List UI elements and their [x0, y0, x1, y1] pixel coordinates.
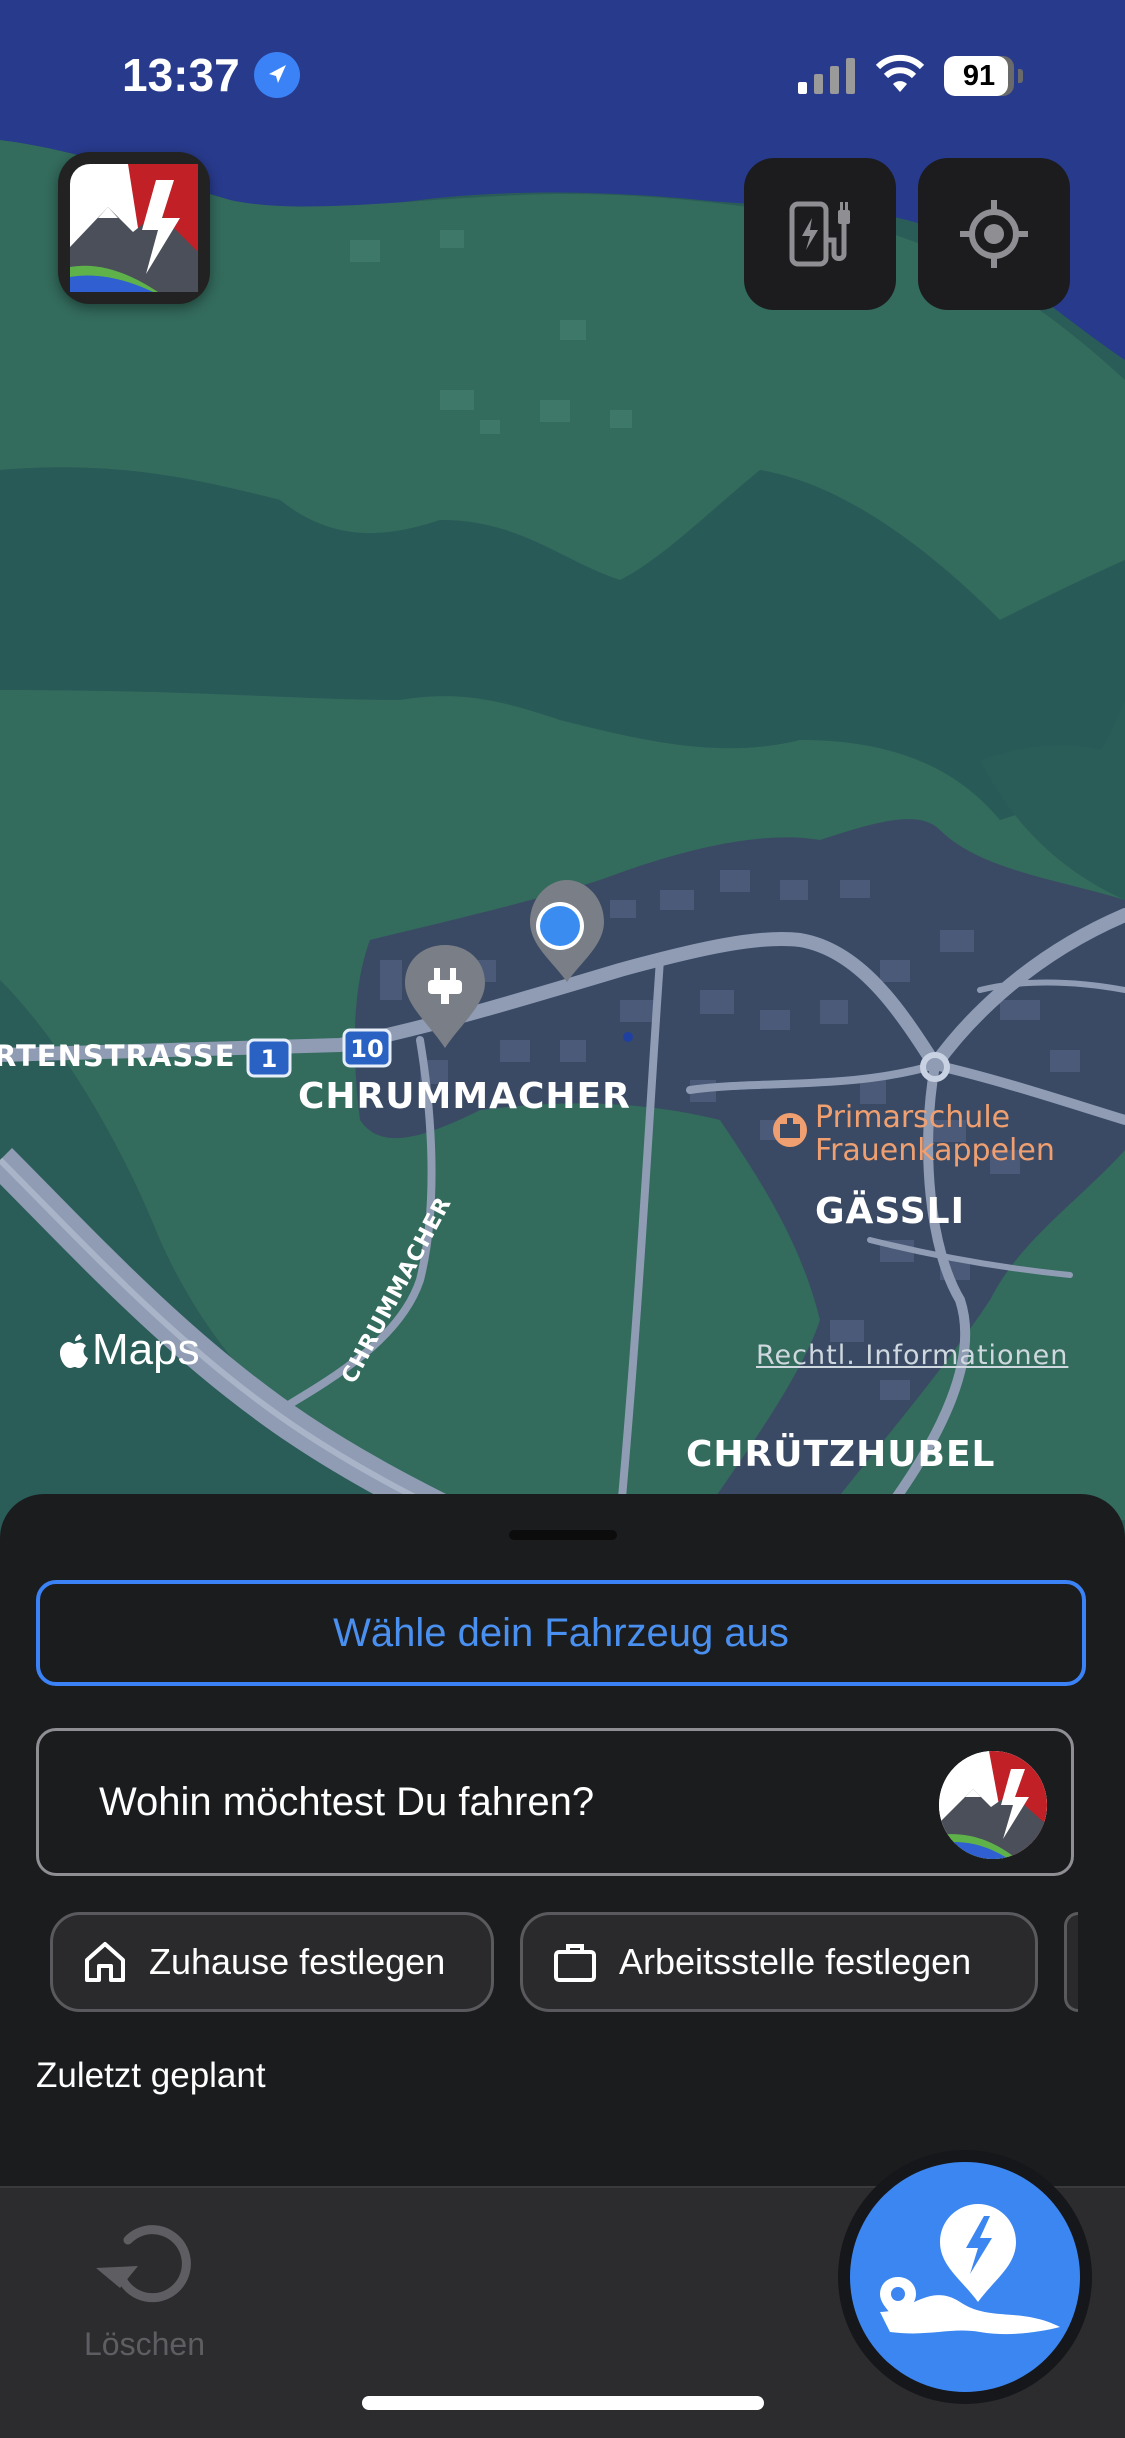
home-indicator[interactable] [362, 2396, 764, 2410]
school-icon[interactable] [773, 1113, 807, 1147]
app-logo-icon [70, 164, 198, 292]
poi-label-line2: Frauenkappelen [815, 1133, 1055, 1168]
recent-plans-heading: Zuletzt geplant [36, 2056, 266, 2095]
area-label-gassli: GÄSSLI [815, 1190, 965, 1232]
set-home-label: Zuhause festlegen [149, 1941, 446, 1982]
area-label-chrutzhubel: CHRÜTZHUBEL [686, 1433, 996, 1475]
apple-logo-icon [60, 1334, 88, 1368]
route-planner-icon [880, 2204, 1060, 2335]
home-icon [85, 1942, 125, 1982]
select-vehicle-button[interactable]: Wähle dein Fahrzeug aus [36, 1580, 1086, 1686]
app-logo-icon [939, 1751, 1047, 1859]
status-time: 13:37 [122, 49, 240, 101]
route-10-label: 10 [350, 1035, 383, 1063]
status-bar: 13:37 91 [0, 0, 1125, 150]
set-work-label: Arbeitsstelle festlegen [619, 1941, 972, 1982]
more-chip[interactable] [1064, 1912, 1078, 2012]
clear-label: Löschen [84, 2326, 205, 2362]
area-label-chrummacher: CHRUMMACHER [298, 1076, 631, 1117]
set-home-chip[interactable]: Zuhause festlegen [50, 1912, 494, 2012]
maps-attribution-text: Maps [92, 1325, 200, 1374]
destination-search-placeholder: Wohin möchtest Du fahren? [99, 1780, 595, 1824]
cellular-signal-icon [798, 58, 855, 94]
location-arrow-icon [254, 52, 300, 98]
poi-label-line1: Primarschule [815, 1100, 1010, 1135]
legal-info-link[interactable]: Rechtl. Informationen [756, 1340, 1068, 1371]
battery-level: 91 [962, 60, 996, 92]
app-logo-button[interactable] [58, 152, 210, 304]
street-label-left: RTENSTRASSE [0, 1039, 236, 1073]
briefcase-icon [554, 1944, 596, 1982]
charging-stations-button[interactable] [744, 158, 896, 310]
route-1-label: 1 [261, 1045, 278, 1073]
refresh-icon [96, 2225, 191, 2303]
apple-maps-attribution: Maps [58, 1325, 200, 1375]
route-planner-button[interactable] [838, 2150, 1092, 2404]
destination-search-field[interactable]: Wohin möchtest Du fahren? [36, 1728, 1074, 1876]
sheet-grabber[interactable] [509, 1530, 617, 1540]
set-work-chip[interactable]: Arbeitsstelle festlegen [520, 1912, 1038, 2012]
locate-me-button[interactable] [918, 158, 1070, 310]
battery-icon: 91 [944, 56, 1024, 96]
charging-station-icon [789, 201, 850, 267]
crosshair-locate-icon [960, 200, 1028, 268]
wifi-icon [875, 54, 925, 92]
